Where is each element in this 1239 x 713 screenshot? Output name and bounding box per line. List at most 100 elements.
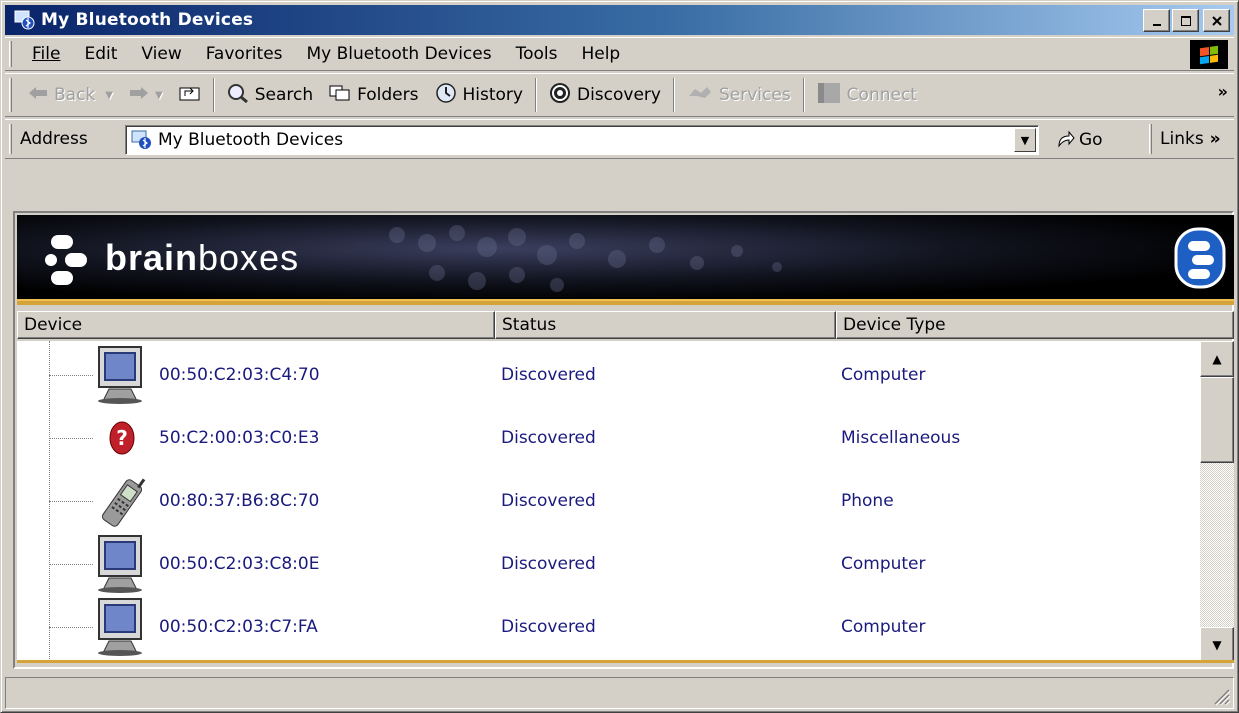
maximize-icon [1180,15,1191,26]
links-overflow-chevron[interactable]: » [1210,129,1221,149]
menu-tools[interactable]: Tools [504,44,570,64]
resize-grip-icon[interactable] [1211,686,1231,706]
maximize-button[interactable] [1172,9,1199,32]
menu-my-bluetooth-devices[interactable]: My Bluetooth Devices [295,44,504,64]
device-address: 00:50:C2:03:C8:0E [159,554,320,574]
address-grip[interactable] [9,123,12,155]
device-row[interactable]: 00:80:37:B6:8C:70 Discovered Phone [17,469,1197,532]
scroll-up-button[interactable]: ▲ [1200,341,1234,377]
address-bluetooth-icon [130,129,152,151]
device-row[interactable]: 00:50:C2:03:C8:0E Discovered Computer [17,532,1197,595]
brainboxes-logo-icon [45,235,87,285]
address-label: Address [20,129,88,149]
window-title: My Bluetooth Devices [41,10,254,30]
computer-icon [98,535,142,593]
discovery-button[interactable]: Discovery [541,77,669,113]
history-button[interactable]: History [427,77,531,113]
chevron-down-icon: ▼ [1020,133,1030,147]
phone-icon [101,478,146,527]
column-header-device-type[interactable]: Device Type [836,311,1234,339]
device-address: 00:80:37:B6:8C:70 [159,491,320,511]
services-label: Services [718,85,791,105]
links-bar[interactable]: Links » [1145,120,1221,158]
close-button[interactable] [1203,9,1230,32]
device-type: Phone [841,491,894,511]
tree-branch [49,627,93,628]
search-button[interactable]: Search [219,77,321,113]
minimize-icon [1152,23,1161,26]
device-status: Discovered [501,365,596,385]
menu-file-label: File [32,44,61,64]
links-grip[interactable] [1149,123,1152,155]
windows-logo-icon [1190,40,1228,69]
device-row[interactable]: 00:50:C2:03:C4:70 Discovered Computer [17,343,1197,406]
discovery-icon [549,82,571,109]
search-label: Search [254,85,314,105]
address-input[interactable]: My Bluetooth Devices ▼ [125,125,1039,155]
forward-dropdown-icon[interactable]: ▼ [155,90,163,101]
folders-icon [329,84,351,107]
forward-button[interactable]: ▼ [121,77,171,113]
brand-bold-text: brain [105,237,199,278]
tree-branch [49,501,93,502]
connect-icon [817,82,841,109]
column-header-status[interactable]: Status [495,311,836,339]
menu-help[interactable]: Help [569,44,632,64]
scrollbar-thumb[interactable] [1200,377,1234,463]
back-arrow-icon [28,85,48,105]
up-folder-button[interactable] [171,77,209,113]
address-value: My Bluetooth Devices [158,130,344,150]
discovery-label: Discovery [576,85,661,105]
toolbar-separator [672,78,675,112]
menu-grip[interactable] [9,41,12,67]
folders-button[interactable]: Folders [321,77,426,113]
list-header: Device Status Device Type [17,311,1234,339]
search-icon [227,83,249,108]
device-row[interactable]: ? 50:C2:00:03:C0:E3 Discovered Miscellan… [17,406,1197,469]
menu-view[interactable]: View [129,44,193,64]
back-button[interactable]: Back ▼ [20,77,121,113]
title-bar[interactable]: My Bluetooth Devices [5,5,1234,35]
menu-file[interactable]: File [20,44,72,64]
menu-bar: File Edit View Favorites My Bluetooth De… [5,37,1234,71]
toolbar-separator [534,78,537,112]
folders-label: Folders [357,85,419,105]
arrow-down-icon: ▼ [1212,638,1222,652]
history-label: History [462,85,523,105]
menu-favorites[interactable]: Favorites [194,44,295,64]
bluetooth-badge-icon [1174,227,1226,289]
device-type: Computer [841,365,926,385]
connect-button[interactable]: Connect [809,77,925,113]
toolbar-grip[interactable] [9,78,12,112]
computer-icon [98,346,142,404]
device-type: Computer [841,617,926,637]
vertical-scrollbar[interactable]: ▲ ▼ [1200,341,1234,660]
go-button[interactable]: Go [1055,125,1103,155]
toolbar-overflow-chevron[interactable]: » [1218,82,1228,101]
device-row[interactable]: 00:50:C2:03:C7:FA Discovered Computer [17,595,1197,658]
brainboxes-banner: brainboxes [17,215,1234,299]
brand-light-text: boxes [198,237,300,278]
toolbar-separator [212,78,215,112]
minimize-button[interactable] [1143,9,1170,32]
column-header-device[interactable]: Device [17,311,495,339]
device-type: Computer [841,554,926,574]
svg-text:?: ? [116,426,128,450]
tree-branch [49,564,93,565]
computer-icon [98,598,142,656]
device-status: Discovered [501,491,596,511]
device-address: 00:50:C2:03:C7:FA [159,617,318,637]
explorer-window: My Bluetooth Devices File Edit View Favo… [0,0,1239,713]
address-dropdown-button[interactable]: ▼ [1014,128,1036,152]
toolbar-separator [802,78,805,112]
scroll-down-button[interactable]: ▼ [1200,627,1234,660]
links-label: Links [1160,129,1204,149]
status-bar [5,677,1234,709]
bluetooth-devices-icon [13,9,35,31]
back-dropdown-icon[interactable]: ▼ [105,90,113,101]
device-address: 00:50:C2:03:C4:70 [159,365,320,385]
menu-edit[interactable]: Edit [72,44,129,64]
services-button[interactable]: Services [679,77,799,113]
back-label: Back [54,85,96,105]
tree-branch [49,375,93,376]
